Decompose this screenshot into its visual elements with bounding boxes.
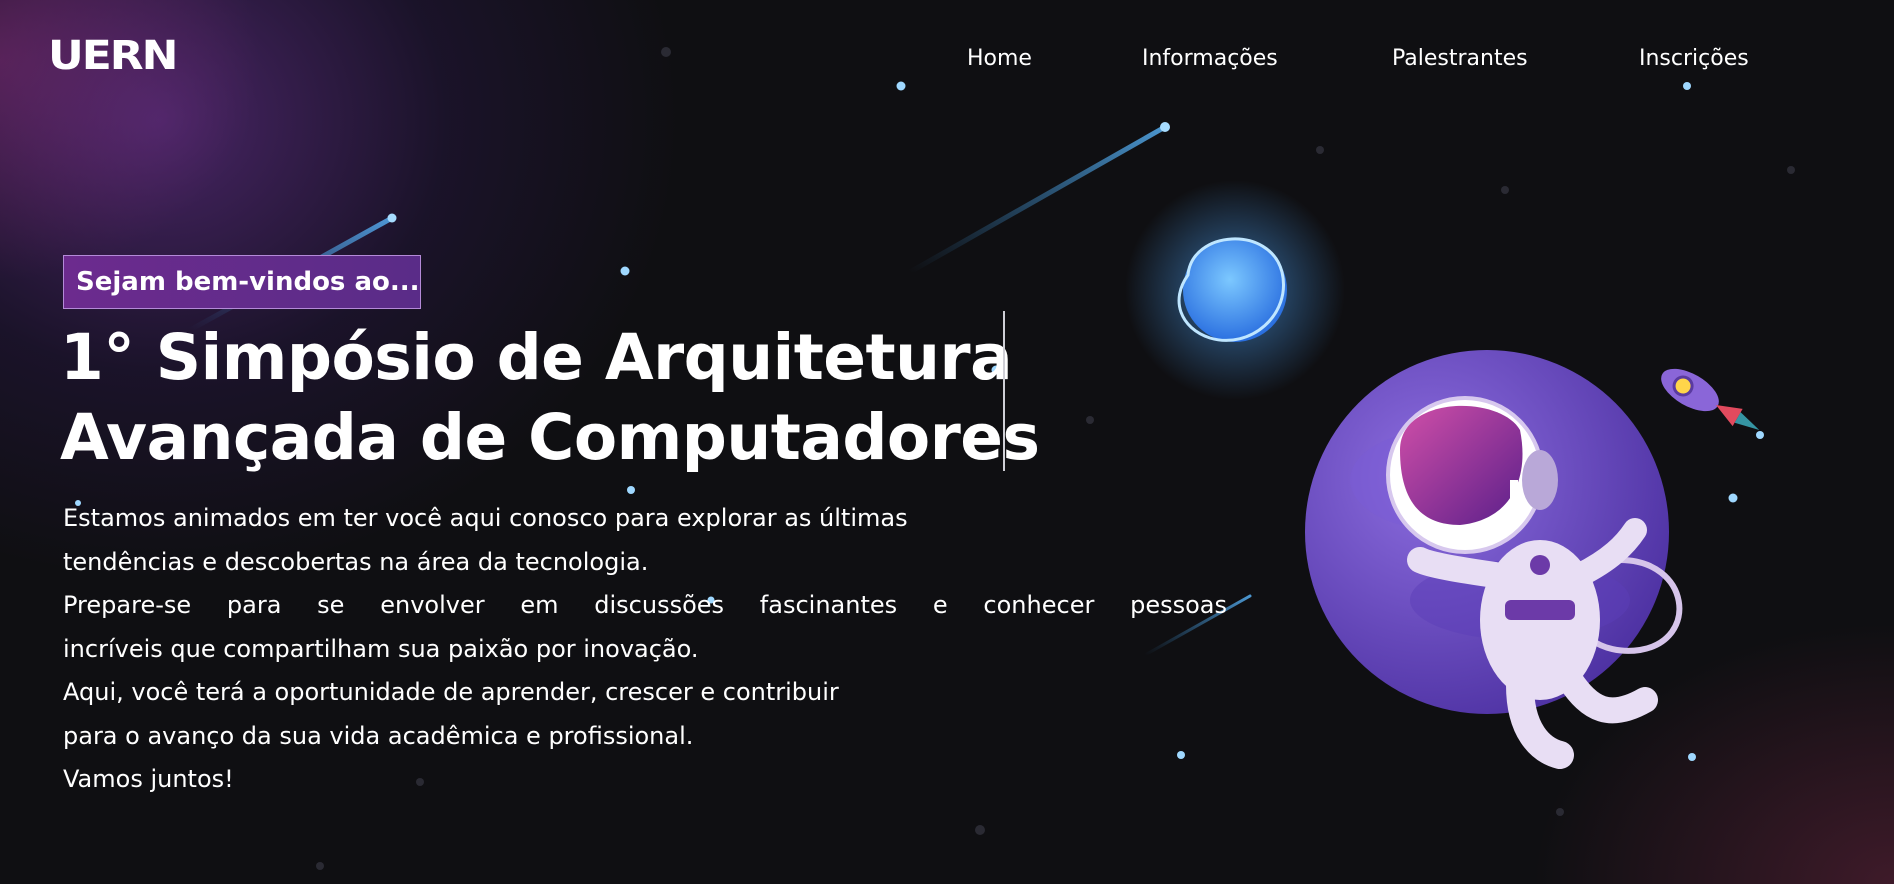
typing-caret — [1003, 311, 1005, 471]
hero-title-line-1: 1° Simpósio de Arquitetura — [60, 321, 1013, 394]
intro-line: Estamos animados em ter você aqui conosc… — [63, 504, 908, 532]
main-nav: Home Informações Palestrantes Inscrições — [0, 46, 1894, 86]
intro-text: Estamos animados em ter você aqui conosc… — [63, 497, 1227, 802]
nav-item-palestrantes[interactable]: Palestrantes — [1392, 46, 1528, 71]
hero-title-line-2: Avançada de Computadores — [60, 401, 1040, 474]
welcome-badge: Sejam bem-vindos ao... — [63, 255, 421, 309]
hero-title: 1° Simpósio de Arquitetura Avançada de C… — [60, 318, 1040, 478]
blue-planet-icon — [1125, 180, 1345, 400]
nav-item-home[interactable]: Home — [967, 46, 1032, 71]
nav-item-inscricoes[interactable]: Inscrições — [1639, 46, 1749, 71]
intro-line: tendências e descobertas na área da tecn… — [63, 547, 649, 576]
nav-item-informacoes[interactable]: Informações — [1142, 46, 1278, 71]
intro-line: Vamos juntos! — [63, 765, 234, 793]
intro-line: incríveis que compartilham sua paixão po… — [63, 634, 699, 663]
space-illustration — [1125, 180, 1760, 769]
intro-line: Prepare-se para se envolver em discussõe… — [63, 591, 1227, 619]
rocket-icon — [1661, 368, 1760, 430]
intro-line: para o avanço da sua vida acadêmica e pr… — [63, 721, 694, 750]
intro-line: Aqui, você terá a oportunidade de aprend… — [63, 678, 839, 706]
